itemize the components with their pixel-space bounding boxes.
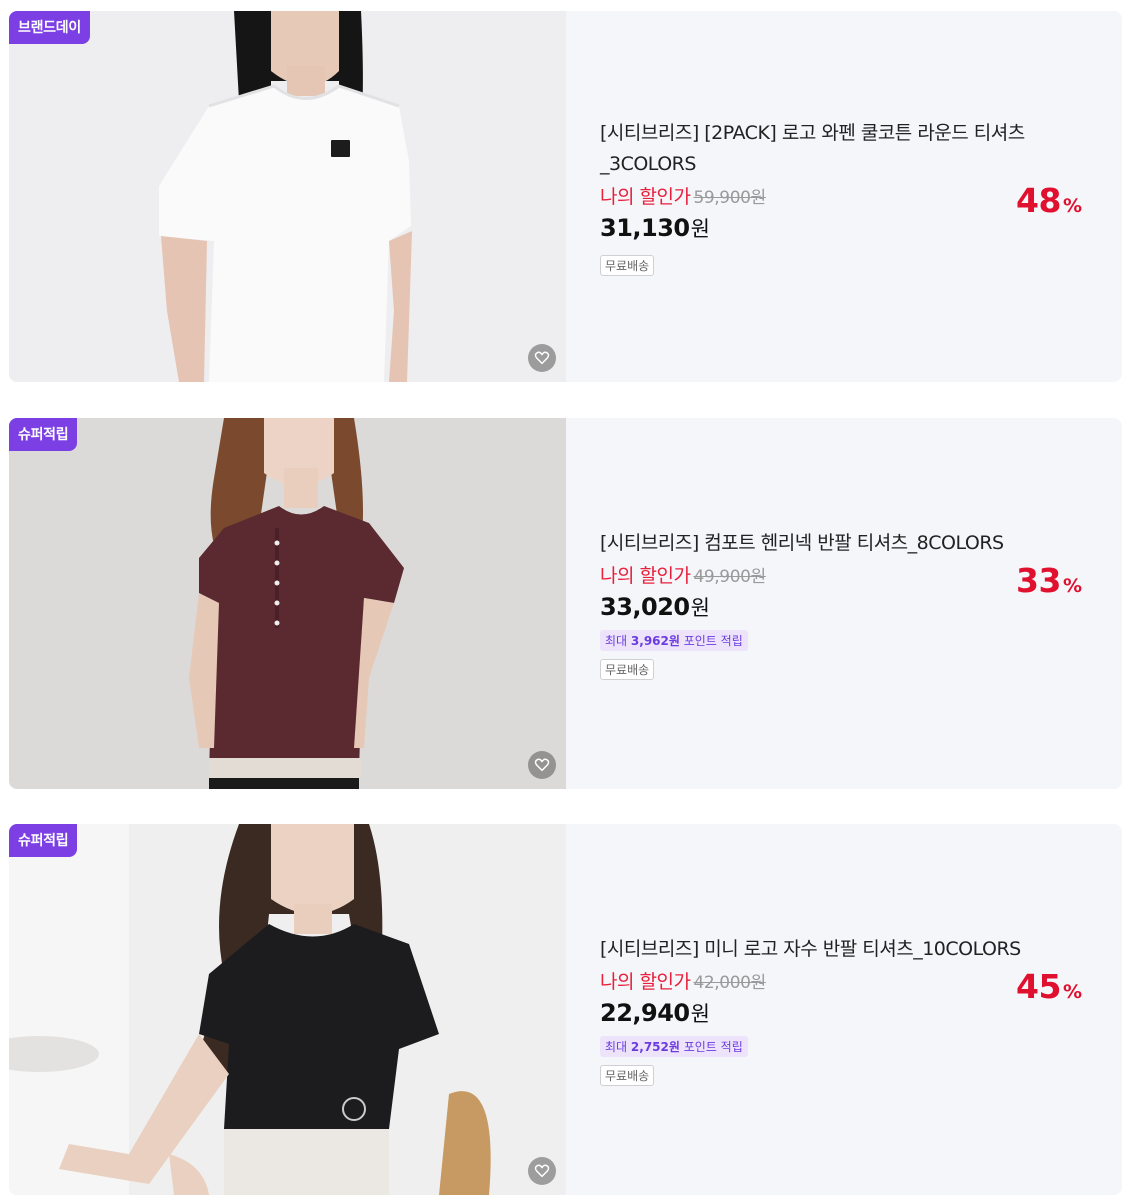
my-price-label: 나의 할인가 [600, 970, 691, 993]
point-suffix: 포인트 적립 [679, 1039, 743, 1054]
point-amount: 3,962원 [630, 633, 680, 648]
wishlist-button[interactable] [528, 1157, 556, 1185]
product-title[interactable]: [시티브리즈] [2PACK] 로고 와펜 쿨코튼 라운드 티셔츠_3COLOR… [600, 118, 1080, 180]
original-price: 42,000원 [693, 972, 766, 993]
free-shipping-badge: 무료배송 [600, 1064, 655, 1086]
product-title[interactable]: [시티브리즈] 미니 로고 자수 반팔 티셔츠_10COLORS [600, 934, 1080, 965]
promo-badge: 브랜드데이 [9, 11, 90, 44]
product-card[interactable]: 슈퍼적립 [시티브리즈] 미니 로고 자수 반팔 티셔츠_10COLORS 나의… [9, 824, 1122, 1195]
product-info[interactable]: [시티브리즈] 컴포트 헨리넥 반팔 티셔츠_8COLORS 나의 할인가 49… [566, 418, 1122, 789]
product-image[interactable]: 슈퍼적립 [9, 418, 566, 789]
sale-price-value: 31,130 [600, 213, 690, 242]
heart-outline-icon [534, 351, 550, 365]
free-shipping-badge: 무료배송 [600, 658, 655, 680]
free-shipping-badge: 무료배송 [600, 254, 655, 276]
point-amount: 2,752원 [630, 1039, 680, 1054]
heart-outline-icon [534, 758, 550, 772]
point-prefix: 최대 [605, 1039, 631, 1054]
original-price: 59,900원 [693, 187, 766, 208]
product-card[interactable]: 브랜드데이 [시티브리즈] [2PACK] 로고 와펜 쿨코튼 라운드 티셔츠_… [9, 11, 1122, 382]
discount-unit: % [1062, 981, 1082, 1003]
point-prefix: 최대 [605, 633, 631, 648]
sale-price-unit: 원 [690, 216, 710, 241]
discount-unit: % [1062, 575, 1082, 597]
discount-value: 48 [1016, 181, 1061, 220]
original-price: 49,900원 [693, 566, 766, 587]
product-title[interactable]: [시티브리즈] 컴포트 헨리넥 반팔 티셔츠_8COLORS [600, 528, 1080, 559]
point-reward-badge: 최대 3,962원 포인트 적립 [600, 629, 748, 651]
product-info[interactable]: [시티브리즈] [2PACK] 로고 와펜 쿨코튼 라운드 티셔츠_3COLOR… [566, 11, 1122, 382]
discount-unit: % [1062, 195, 1082, 217]
sale-price-value: 22,940 [600, 998, 690, 1027]
discount-rate: 33% [1016, 561, 1082, 600]
model-photo [9, 418, 566, 789]
heart-outline-icon [534, 1164, 550, 1178]
sale-price-unit: 원 [690, 595, 710, 620]
sale-price-value: 33,020 [600, 592, 690, 621]
wishlist-button[interactable] [528, 751, 556, 779]
model-photo [9, 11, 566, 382]
point-reward-badge: 최대 2,752원 포인트 적립 [600, 1035, 748, 1057]
discount-value: 33 [1016, 561, 1061, 600]
sale-price-unit: 원 [690, 1001, 710, 1026]
product-info[interactable]: [시티브리즈] 미니 로고 자수 반팔 티셔츠_10COLORS 나의 할인가 … [566, 824, 1122, 1195]
point-suffix: 포인트 적립 [679, 633, 743, 648]
promo-badge: 슈퍼적립 [9, 418, 78, 451]
my-price-label: 나의 할인가 [600, 564, 691, 587]
product-card[interactable]: 슈퍼적립 [시티브리즈] 컴포트 헨리넥 반팔 티셔츠_8COLORS 나의 할… [9, 418, 1122, 789]
product-image[interactable]: 슈퍼적립 [9, 824, 566, 1195]
discount-value: 45 [1016, 967, 1061, 1006]
wishlist-button[interactable] [528, 344, 556, 372]
product-image[interactable]: 브랜드데이 [9, 11, 566, 382]
discount-rate: 48% [1016, 181, 1082, 220]
promo-badge: 슈퍼적립 [9, 824, 78, 857]
discount-rate: 45% [1016, 967, 1082, 1006]
model-photo [9, 824, 566, 1195]
product-list: 브랜드데이 [시티브리즈] [2PACK] 로고 와펜 쿨코튼 라운드 티셔츠_… [0, 0, 1131, 1200]
my-price-label: 나의 할인가 [600, 185, 691, 208]
